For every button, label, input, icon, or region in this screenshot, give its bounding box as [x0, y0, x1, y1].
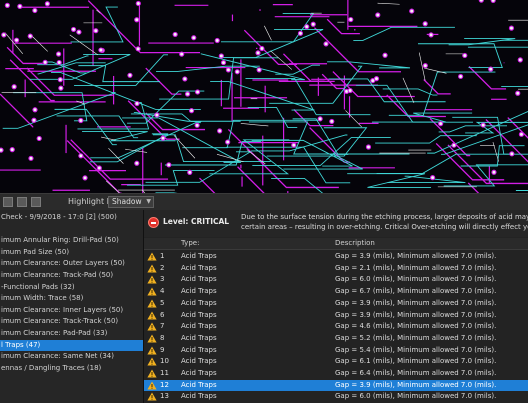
- warning-icon: [147, 357, 157, 366]
- highlight-mode-value: Shadow: [112, 197, 142, 206]
- warning-icon: [147, 392, 157, 401]
- row-type: Acid Traps: [181, 392, 217, 401]
- warning-icon: [147, 252, 157, 261]
- tree-item[interactable]: imum Width: Trace (58): [0, 293, 143, 304]
- warning-icon: [147, 275, 157, 284]
- table-row[interactable]: 6 Acid Traps Gap = 3.9 (mils), Minimum all…: [144, 310, 528, 321]
- check-details-panel: Level: CRITICAL Due to the surface tensi…: [144, 210, 528, 403]
- table-row[interactable]: 1 Acid Traps Gap = 3.9 (mils), Minimum all…: [144, 251, 528, 262]
- row-type: Acid Traps: [181, 345, 217, 354]
- row-description: Gap = 4.6 (mils), Minimum allowed 7.0 (m…: [335, 322, 497, 331]
- row-type: Acid Traps: [181, 287, 217, 296]
- warning-icon: [147, 334, 157, 343]
- row-number: 10: [160, 357, 169, 366]
- list-icon[interactable]: [31, 197, 41, 207]
- warning-icon: [147, 346, 157, 355]
- row-number: 2: [160, 263, 165, 272]
- tree-item[interactable]: imum Clearance: Track-Track (50): [0, 316, 143, 327]
- table-row[interactable]: 5 Acid Traps Gap = 3.9 (mils), Minimum all…: [144, 298, 528, 309]
- row-type: Acid Traps: [181, 380, 217, 389]
- tree-item[interactable]: imum Clearance: Inner Layers (50): [0, 305, 143, 316]
- tree-item[interactable]: imum Annular Ring: Drill-Pad (50): [0, 235, 143, 246]
- level-description-line2: certain areas – resulting in over-etchin…: [241, 223, 528, 231]
- row-number: 9: [160, 345, 165, 354]
- table-row[interactable]: 13 Acid Traps Gap = 6.0 (mils), Minimum al…: [144, 391, 528, 402]
- warning-icon: [147, 287, 157, 296]
- row-type: Acid Traps: [181, 310, 217, 319]
- pcb-layout-view[interactable]: [0, 0, 528, 193]
- level-bar: Level: CRITICAL Due to the surface tensi…: [144, 210, 528, 237]
- level-description: Due to the surface tension during the et…: [241, 212, 528, 232]
- row-description: Gap = 3.9 (mils), Minimum allowed 7.0 (m…: [335, 252, 497, 260]
- column-header-description[interactable]: Description: [335, 238, 375, 249]
- warning-icon: [147, 299, 157, 308]
- tree-item[interactable]: imum Pad Size (50): [0, 247, 143, 258]
- row-type: Acid Traps: [181, 275, 217, 284]
- row-type: Acid Traps: [181, 333, 217, 342]
- warning-icon: [147, 381, 157, 390]
- tree-item[interactable]: -Functional Pads (32): [0, 282, 143, 293]
- table-row[interactable]: 12 Acid Traps Gap = 3.9 (mils), Minimum al…: [144, 379, 528, 391]
- warning-icon: [147, 322, 157, 331]
- row-description: Gap = 2.1 (mils), Minimum allowed 7.0 (m…: [335, 263, 497, 272]
- row-number: 7: [160, 322, 165, 331]
- tree-item[interactable]: imum Clearance: Track-Pad (50): [0, 270, 143, 281]
- row-number: 11: [160, 369, 169, 377]
- warning-icon: [147, 369, 157, 378]
- row-description: Gap = 3.9 (mils), Minimum allowed 7.0 (m…: [335, 310, 497, 319]
- row-description: Gap = 3.9 (mils), Minimum allowed 7.0 (m…: [335, 298, 497, 307]
- row-description: Gap = 6.0 (mils), Minimum allowed 7.0 (m…: [335, 392, 497, 401]
- critical-icon: [148, 217, 159, 228]
- row-description: Gap = 5.4 (mils), Minimum allowed 7.0 (m…: [335, 345, 497, 354]
- row-description: Gap = 6.1 (mils), Minimum allowed 7.0 (m…: [335, 357, 497, 366]
- row-type: Acid Traps: [181, 252, 217, 260]
- table-row[interactable]: 11 Acid Traps Gap = 6.4 (mils), Minimum al…: [144, 368, 528, 379]
- row-description: Gap = 3.9 (mils), Minimum allowed 7.0 (m…: [335, 380, 497, 389]
- row-number: 4: [160, 287, 165, 296]
- row-description: Gap = 6.7 (mils), Minimum allowed 7.0 (m…: [335, 287, 497, 296]
- grid-icon[interactable]: [17, 197, 27, 207]
- tree-item[interactable]: imum Clearance: Pad-Pad (33): [0, 328, 143, 339]
- table-row[interactable]: 2 Acid Traps Gap = 2.1 (mils), Minimum all…: [144, 263, 528, 274]
- document-icon[interactable]: [3, 197, 13, 207]
- row-number: 5: [160, 298, 165, 307]
- table-row[interactable]: 4 Acid Traps Gap = 6.7 (mils), Minimum all…: [144, 286, 528, 297]
- row-number: 12: [160, 380, 169, 389]
- row-description: Gap = 6.4 (mils), Minimum allowed 7.0 (m…: [335, 369, 497, 377]
- row-number: 1: [160, 252, 165, 260]
- row-number: 6: [160, 310, 165, 319]
- level-text: Level: CRITICAL: [163, 217, 230, 226]
- table-row[interactable]: 7 Acid Traps Gap = 4.6 (mils), Minimum all…: [144, 321, 528, 332]
- row-type: Acid Traps: [181, 369, 217, 377]
- row-number: 8: [160, 333, 165, 342]
- warning-icon: [147, 311, 157, 319]
- table-row[interactable]: 10 Acid Traps Gap = 6.1 (mils), Minimum al…: [144, 356, 528, 367]
- row-number: 3: [160, 275, 165, 284]
- tree-item[interactable]: imum Clearance: Same Net (34): [0, 351, 143, 362]
- warning-icon: [147, 264, 157, 273]
- row-number: 13: [160, 392, 169, 401]
- chevron-down-icon: ▼: [146, 198, 151, 205]
- row-type: Acid Traps: [181, 298, 217, 307]
- table-row[interactable]: 8 Acid Traps Gap = 5.2 (mils), Minimum all…: [144, 333, 528, 344]
- tree-item[interactable]: Check - 9/9/2018 - 17:0 [2] (500): [0, 212, 143, 223]
- row-type: Acid Traps: [181, 357, 217, 366]
- level-description-line1: Due to the surface tension during the et…: [241, 213, 528, 221]
- row-type: Acid Traps: [181, 322, 217, 331]
- column-header-type[interactable]: Type:: [181, 238, 199, 249]
- row-type: Acid Traps: [181, 263, 217, 272]
- row-description: Gap = 6.0 (mils), Minimum allowed 7.0 (m…: [335, 275, 497, 284]
- check-results-tree: Check - 9/9/2018 - 17:0 [2] (500) imum An…: [0, 210, 144, 403]
- table-header: Type: Description: [144, 238, 528, 250]
- tree-item[interactable]: imum Clearance: Outer Layers (50): [0, 258, 143, 269]
- table-row[interactable]: 3 Acid Traps Gap = 6.0 (mils), Minimum all…: [144, 274, 528, 285]
- tree-item[interactable]: l Traps (47): [0, 339, 143, 351]
- pcb-traces: [0, 0, 528, 193]
- row-description: Gap = 5.2 (mils), Minimum allowed 7.0 (m…: [335, 333, 497, 342]
- table-row[interactable]: 9 Acid Traps Gap = 5.4 (mils), Minimum all…: [144, 345, 528, 356]
- highlight-mode-select[interactable]: Shadow ▼: [108, 196, 154, 208]
- tree-item[interactable]: [0, 224, 143, 235]
- tree-item[interactable]: ennas / Dangling Traces (18): [0, 363, 143, 374]
